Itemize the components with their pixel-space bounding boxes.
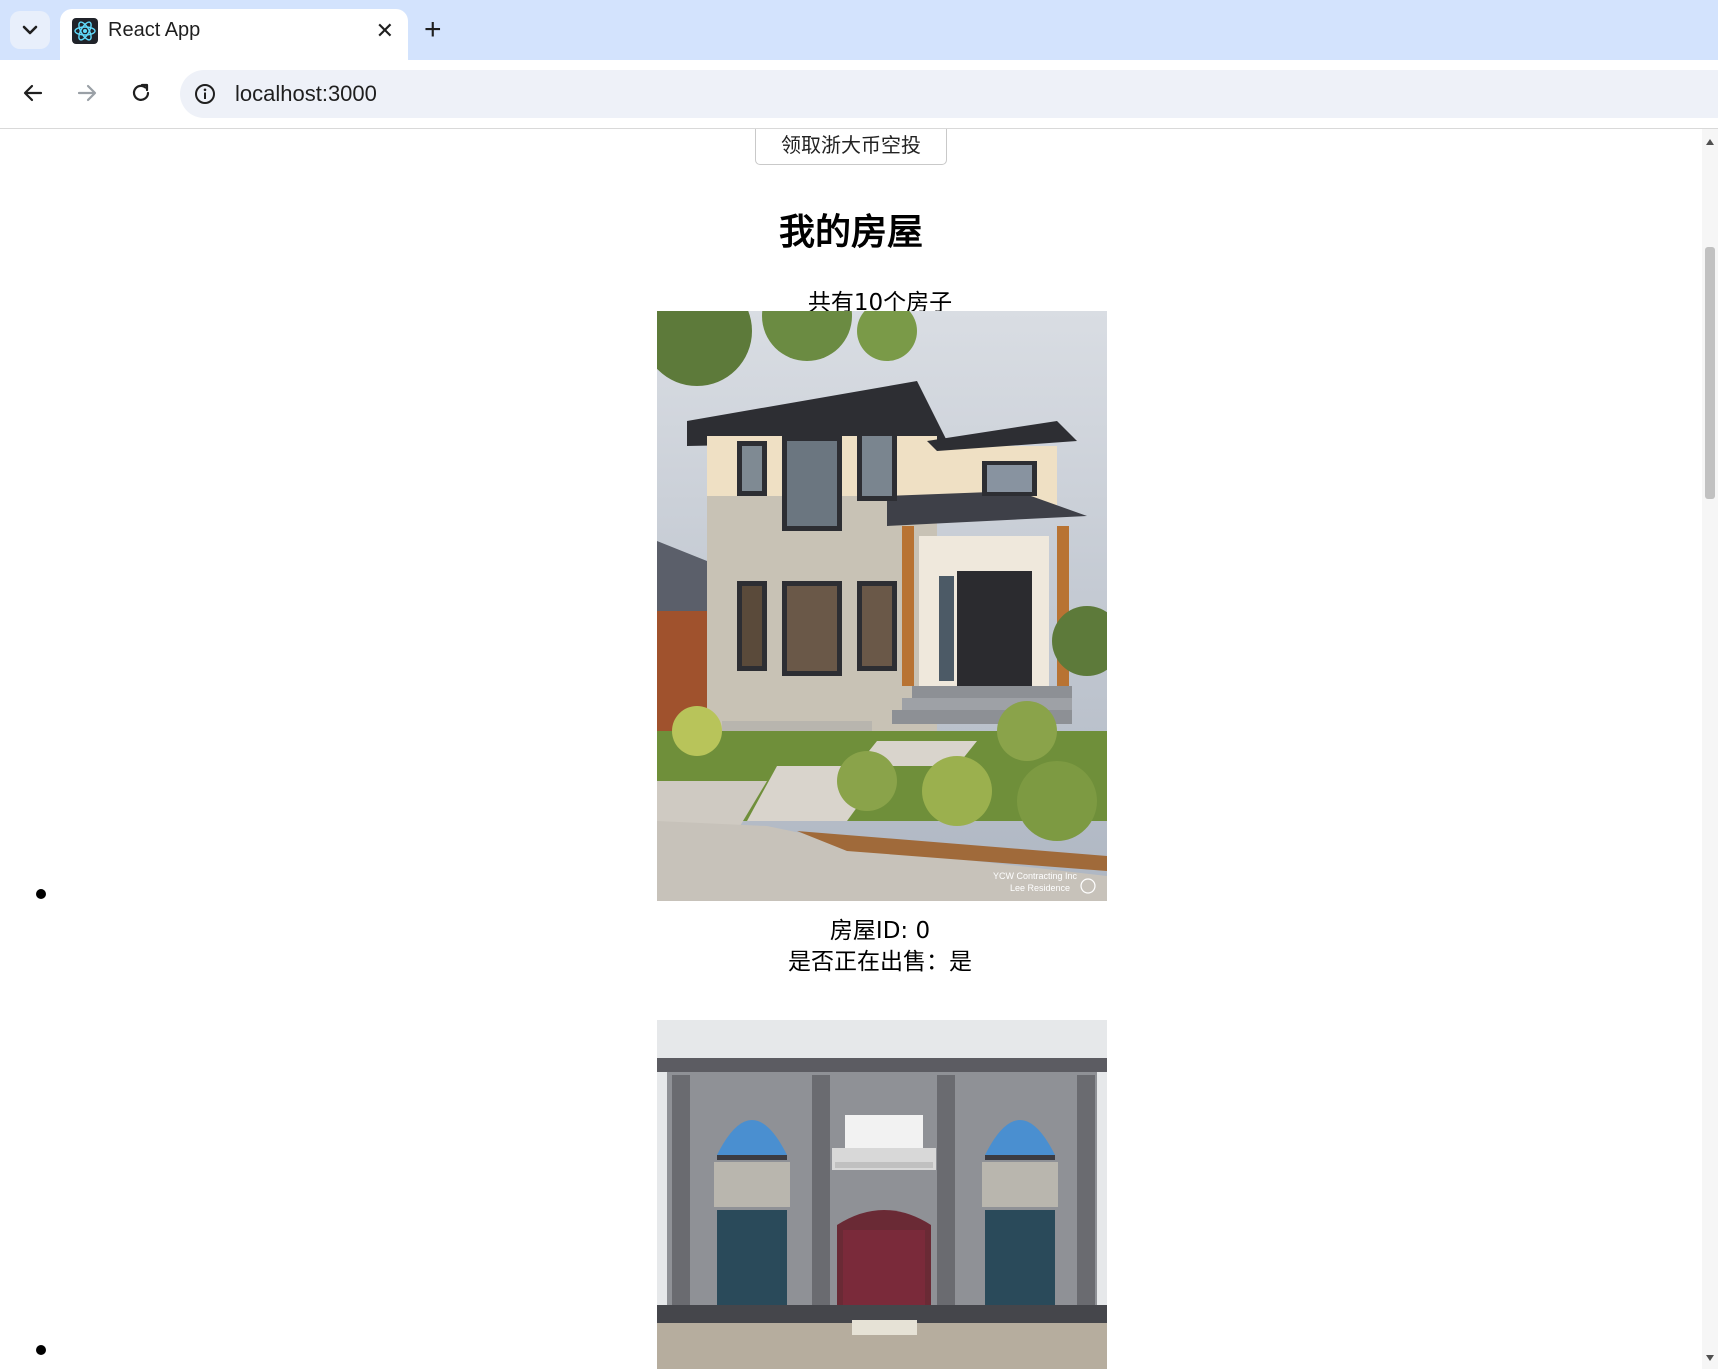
house-image — [657, 1020, 1107, 1369]
browser-toolbar: localhost:3000 — [0, 60, 1718, 129]
tab-search-button[interactable] — [10, 11, 50, 49]
tab-title: React App — [108, 19, 201, 41]
house-image: 888 YCW Contracting Inc Lee Residence — [657, 311, 1107, 901]
list-bullet — [36, 1345, 46, 1355]
new-tab-plus-icon[interactable]: + — [424, 13, 442, 47]
forward-button[interactable] — [70, 76, 104, 110]
page-content: 领取浙大币空投 我的房屋 共有10个房子 YCW Contracting Inc… — [0, 129, 1702, 1369]
site-info-icon[interactable] — [194, 83, 216, 105]
url-text[interactable]: localhost:3000 — [235, 81, 377, 107]
scroll-up-arrow-icon[interactable] — [1706, 139, 1714, 145]
page-scrollbar[interactable] — [1702, 129, 1718, 1369]
page-title: 我的房屋 — [778, 212, 923, 253]
reload-icon — [132, 83, 150, 101]
react-favicon-icon — [72, 18, 98, 44]
photo-credit-2: Lee Residence — [1010, 883, 1070, 893]
claim-airdrop-button[interactable]: 领取浙大币空投 — [755, 129, 947, 165]
close-tab-icon[interactable]: ✕ — [376, 20, 394, 42]
chevron-down-icon — [22, 25, 38, 35]
house-sale-status: 是否正在出售：是 — [788, 949, 972, 975]
browser-tab-strip: React App ✕ + — [0, 0, 1718, 60]
tab-react-app[interactable]: React App ✕ — [60, 9, 408, 60]
house-id-text: 房屋ID: 0 — [829, 918, 931, 944]
back-button[interactable] — [16, 76, 50, 110]
list-bullet — [36, 889, 46, 899]
scroll-down-arrow-icon[interactable] — [1706, 1355, 1714, 1361]
reload-button[interactable] — [124, 76, 158, 110]
photo-credit-1: YCW Contracting Inc — [993, 871, 1078, 881]
back-arrow-icon — [23, 84, 43, 102]
address-bar[interactable]: localhost:3000 — [180, 70, 1718, 118]
forward-arrow-icon — [77, 84, 97, 102]
scrollbar-thumb[interactable] — [1705, 247, 1715, 499]
